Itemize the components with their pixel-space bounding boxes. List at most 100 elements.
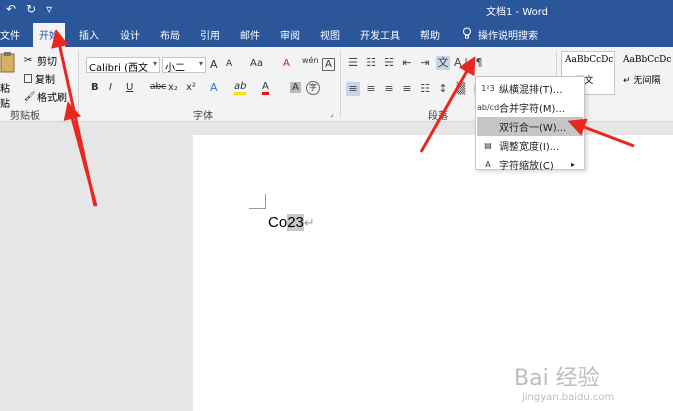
format-painter-button[interactable]: 🖌 格式刷 [24, 89, 67, 105]
style-name: ↵ 无间隔 [623, 76, 661, 86]
document-title: 文档1 - Word [486, 7, 549, 18]
quick-access-toolbar: ↶ ↻ ▿ [6, 2, 52, 16]
increase-indent-button[interactable]: ⇥ [418, 56, 432, 70]
tab-help[interactable]: 帮助 [420, 27, 440, 42]
document-text[interactable]: Co23↵ [268, 214, 315, 231]
distribute-button[interactable]: ☷ [418, 82, 432, 96]
menu-item-label: 合并字符(M)... [499, 104, 565, 115]
strikethrough-button[interactable]: abc [150, 82, 166, 92]
paragraph-group-label: 段落 [428, 111, 448, 122]
undo-icon[interactable]: ↶ [6, 2, 16, 16]
tab-design[interactable]: 设计 [120, 27, 140, 42]
watermark-logo: Bai 经验 [514, 366, 600, 391]
cut-label: 剪切 [37, 57, 57, 68]
baidu-watermark: Bai 经验 jingyan.baidu.com [514, 360, 664, 408]
combine-characters-icon: ab/cd [477, 103, 500, 112]
highlight-button[interactable]: ab [234, 81, 247, 95]
tab-view[interactable]: 视图 [320, 27, 340, 42]
superscript-button[interactable]: x² [186, 82, 196, 93]
text-effects-button[interactable]: A [210, 81, 218, 94]
redo-icon[interactable]: ↻ [26, 2, 36, 16]
workspace-background [0, 122, 193, 411]
text-selected[interactable]: 23 [287, 214, 304, 231]
style-no-spacing[interactable]: AaBbCcDc ↵ 无间隔 [619, 51, 673, 95]
chinese-layout-menu: 1²3 纵横混排(T)... ab/cd 合并字符(M)... 双行合一(W).… [475, 76, 585, 172]
lightbulb-icon [463, 27, 471, 39]
bullets-button[interactable]: ☰ [346, 56, 360, 70]
margin-corner-mark [265, 194, 266, 209]
line-spacing-button[interactable]: ↕ [436, 82, 450, 96]
char-border-button[interactable]: A [322, 58, 335, 71]
menu-item-combine-characters[interactable]: ab/cd 合并字符(M)... [477, 98, 583, 117]
brush-icon: 🖌 [24, 91, 36, 102]
format-painter-label: 格式刷 [37, 93, 67, 104]
italic-button[interactable]: I [109, 82, 112, 93]
paragraph-row-2: ≡ ≡ ≡ ≡ ☷ ↕ ▒ ▦ [346, 82, 486, 96]
vertical-horizontal-icon: 1²3 [481, 84, 495, 93]
menu-item-character-scaling[interactable]: A 字符缩放(C) ▸ [477, 155, 583, 174]
align-left-button[interactable]: ≡ [346, 82, 360, 96]
style-preview: AaBbCcDc [565, 55, 614, 65]
tab-review[interactable]: 审阅 [280, 27, 300, 42]
chevron-down-icon[interactable]: ▾ [153, 59, 157, 68]
grow-font-button[interactable]: A [210, 58, 218, 71]
tab-file[interactable]: 文件 [0, 27, 20, 42]
group-divider [340, 51, 341, 117]
paste-label: 粘贴 [0, 84, 10, 110]
watermark-url: jingyan.baidu.com [522, 392, 615, 403]
character-scaling-icon: A [485, 160, 491, 169]
sort-button[interactable]: A↓ [454, 56, 471, 70]
chevron-down-icon[interactable]: ▾ [199, 59, 203, 68]
tab-developer[interactable]: 开发工具 [360, 27, 400, 42]
paragraph-row-1: ☰ ☷ ☵ ⇤ ⇥ 文 A↓ ¶ [346, 56, 486, 70]
copy-label: 复制 [35, 75, 55, 86]
font-size-value: 小二 [165, 63, 185, 73]
margin-corner-mark [249, 208, 266, 209]
group-divider [78, 51, 79, 117]
font-color-button[interactable]: A [262, 81, 269, 95]
dialog-launcher-icon[interactable]: ⌟ [330, 109, 334, 118]
numbering-button[interactable]: ☷ [364, 56, 378, 70]
multilevel-list-button[interactable]: ☵ [382, 56, 396, 70]
tab-references[interactable]: 引用 [200, 27, 220, 42]
justify-button[interactable]: ≡ [400, 82, 414, 96]
submenu-arrow-icon: ▸ [570, 160, 575, 169]
phonetic-guide-button[interactable]: wén [302, 56, 319, 65]
subscript-button[interactable]: x₂ [168, 82, 178, 93]
font-group-label: 字体 [193, 111, 213, 122]
copy-icon [24, 74, 32, 83]
bold-button[interactable]: B [91, 82, 99, 93]
char-shading-button[interactable]: A [290, 82, 301, 93]
shading-button[interactable]: ▒ [454, 82, 468, 96]
clear-format-button[interactable]: A [283, 58, 290, 69]
show-marks-button[interactable]: ¶ [472, 56, 486, 70]
underline-button[interactable]: U [126, 82, 133, 93]
tell-me-search[interactable]: 操作说明搜索 [462, 27, 538, 42]
cut-button[interactable]: ✂ 剪切 [24, 53, 57, 68]
menu-item-vertical-in-horizontal[interactable]: 1²3 纵横混排(T)... [477, 79, 583, 98]
ribbon-tabs: 文件 开始 插入 设计 布局 引用 邮件 审阅 视图 开发工具 帮助 操作说明搜… [0, 20, 673, 47]
font-size-combo[interactable]: 小二 ▾ [162, 57, 206, 73]
decrease-indent-button[interactable]: ⇤ [400, 56, 414, 70]
align-center-button[interactable]: ≡ [364, 82, 378, 96]
align-right-button[interactable]: ≡ [382, 82, 396, 96]
shrink-font-button[interactable]: A [226, 59, 232, 69]
menu-item-two-lines-in-one[interactable]: 双行合一(W)... [477, 117, 583, 136]
copy-button[interactable]: 复制 [24, 71, 55, 86]
tab-home[interactable]: 开始 [33, 23, 65, 47]
chinese-layout-button[interactable]: 文 [436, 56, 450, 70]
font-name-combo[interactable]: Calibri (西文 ▾ [86, 57, 160, 73]
customize-qat-icon[interactable]: ▿ [46, 2, 52, 16]
tab-insert[interactable]: 插入 [79, 27, 99, 42]
font-name-value: Calibri (西文 [89, 63, 148, 73]
change-case-button[interactable]: Aa [250, 58, 263, 69]
enclose-char-button[interactable]: 字 [306, 81, 320, 95]
tab-layout[interactable]: 布局 [160, 27, 180, 42]
menu-item-fit-text[interactable]: ▤ 调整宽度(I)... [477, 136, 583, 155]
menu-item-label: 字符缩放(C) [499, 161, 554, 172]
menu-item-label: 调整宽度(I)... [499, 142, 560, 153]
paste-button[interactable]: 粘贴 [0, 51, 18, 110]
menu-item-label: 双行合一(W)... [499, 123, 567, 134]
clipboard-group-label: 剪贴板 [10, 111, 40, 122]
tab-mailings[interactable]: 邮件 [240, 27, 260, 42]
